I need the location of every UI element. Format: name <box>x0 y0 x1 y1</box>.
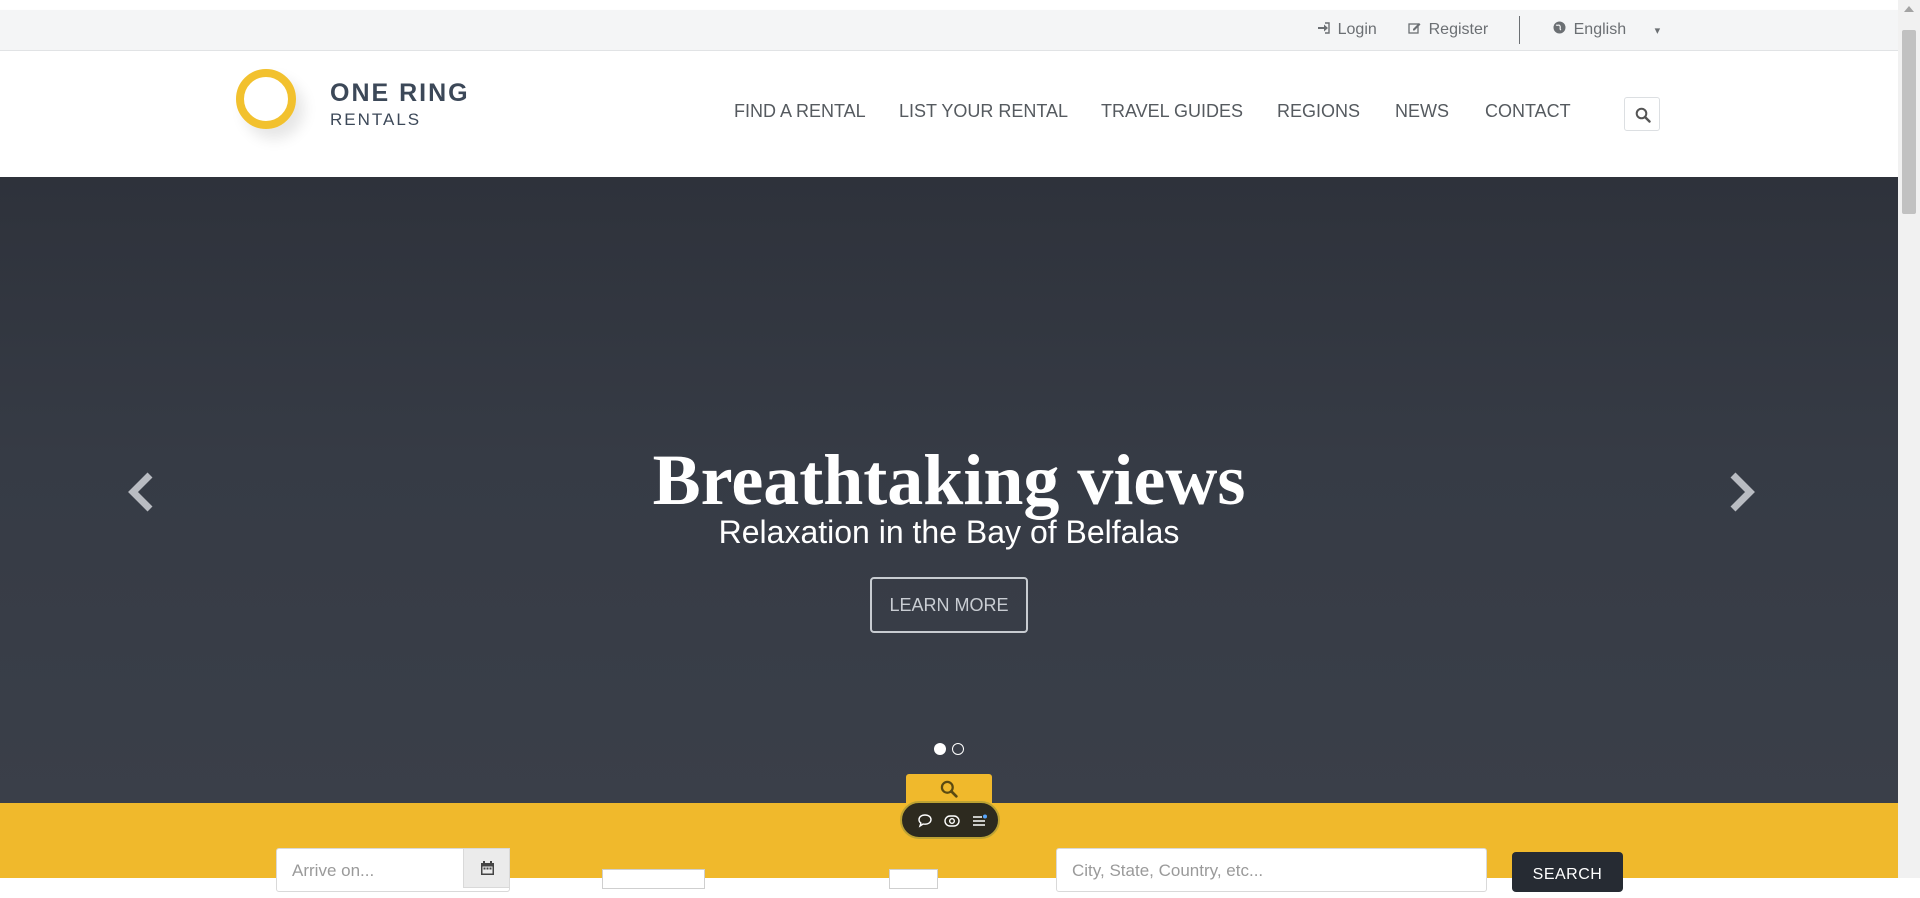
calendar-icon <box>481 861 494 875</box>
location-placeholder: City, State, Country, etc... <box>1072 861 1264 880</box>
nav-list-your-rental[interactable]: LIST YOUR RENTAL <box>899 101 1068 122</box>
search-submit-button[interactable]: SEARCH <box>1512 852 1623 892</box>
carousel-dot-1[interactable] <box>934 743 946 755</box>
search-icon <box>1635 107 1651 123</box>
eye-icon[interactable] <box>943 812 961 830</box>
globe-icon <box>1553 21 1570 37</box>
sign-in-icon <box>1317 22 1334 37</box>
logo-name-line1: ONE RING <box>330 79 470 107</box>
location-input[interactable]: City, State, Country, etc... <box>1056 848 1487 892</box>
browser-top-strip <box>0 0 1898 10</box>
scroll-up-arrow-icon[interactable] <box>1904 6 1914 12</box>
chat-icon[interactable] <box>916 812 934 830</box>
arrive-date-placeholder: Arrive on... <box>292 861 375 880</box>
hero-title: Breathtaking views <box>652 440 1246 520</box>
logo-ring-icon <box>236 69 296 129</box>
nav-news[interactable]: NEWS <box>1395 101 1449 122</box>
nav-travel-guides[interactable]: TRAVEL GUIDES <box>1101 101 1243 122</box>
edit-icon <box>1408 22 1425 37</box>
register-link[interactable]: Register <box>1408 10 1488 50</box>
login-link[interactable]: Login <box>1317 10 1377 50</box>
nav-regions[interactable]: REGIONS <box>1277 101 1360 122</box>
calendar-button[interactable] <box>463 848 510 888</box>
nav-find-a-rental[interactable]: FIND A RENTAL <box>734 101 866 122</box>
carousel-indicators <box>934 742 966 756</box>
bedrooms-select[interactable] <box>889 869 938 889</box>
search-icon <box>940 780 958 798</box>
floating-toolbar <box>900 801 1000 839</box>
carousel-dot-2[interactable] <box>952 743 965 755</box>
topbar-divider <box>1519 16 1520 44</box>
register-label: Register <box>1428 21 1489 38</box>
hero-carousel: Breathtaking views Relaxation in the Bay… <box>0 177 1898 803</box>
login-label: Login <box>1337 21 1377 38</box>
page-scrollbar[interactable] <box>1898 0 1920 878</box>
nav-contact[interactable]: CONTACT <box>1485 101 1571 122</box>
language-selector[interactable]: English ▾ <box>1553 10 1660 50</box>
chevron-down-icon: ▾ <box>1654 25 1661 37</box>
header-search-button[interactable] <box>1624 97 1660 131</box>
site-header: ONE RING RENTALS FIND A RENTAL LIST YOUR… <box>0 51 1898 177</box>
logo-name-line2: RENTALS <box>330 110 422 129</box>
scrollbar-thumb[interactable] <box>1902 30 1916 214</box>
top-utility-bar: Login Register English ▾ <box>0 10 1898 51</box>
list-icon[interactable] <box>971 812 989 830</box>
site-logo[interactable]: ONE RING RENTALS <box>236 67 496 177</box>
learn-more-button[interactable]: LEARN MORE <box>870 577 1028 633</box>
language-label: English <box>1573 21 1627 38</box>
hero-subtitle: Relaxation in the Bay of Belfalas <box>718 514 1180 550</box>
guests-select[interactable] <box>602 869 705 889</box>
